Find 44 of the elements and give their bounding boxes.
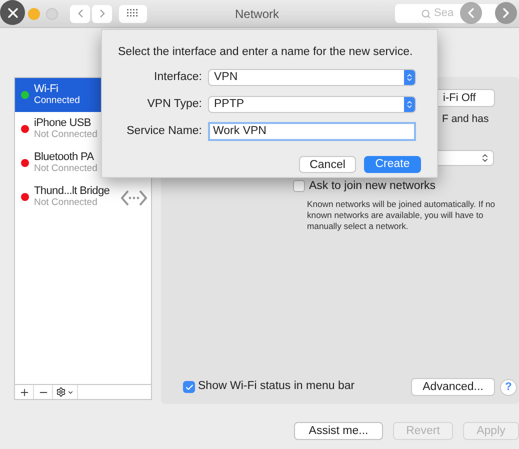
field-label: Service Name:	[126, 124, 203, 139]
ask-checkbox[interactable]	[293, 180, 305, 192]
footer-button[interactable]: Assist me...	[294, 422, 383, 440]
popup-menu[interactable]: PPTP	[208, 96, 416, 113]
minimize-button[interactable]	[28, 8, 40, 20]
plus-icon	[18, 386, 30, 398]
back-button[interactable]	[70, 4, 90, 22]
bridge-icon	[121, 190, 147, 206]
popup-value: VPN	[214, 70, 238, 86]
dialog-button[interactable]: Cancel	[299, 156, 356, 173]
gear-icon	[56, 387, 66, 397]
service-status: Not Connected	[34, 129, 98, 141]
popup-value: PPTP	[214, 96, 244, 112]
service-status: Not Connected	[34, 163, 98, 175]
show-status-label: Show Wi-Fi status in menu bar	[198, 379, 355, 394]
service-name: Thund...lt Bridge	[34, 185, 110, 197]
wifi-note: F and has	[442, 112, 490, 127]
service-name: iPhone USB	[34, 117, 92, 129]
caret-icon	[67, 388, 74, 396]
service-status: Connected	[34, 95, 80, 107]
dialog-button[interactable]: Create	[364, 156, 421, 173]
service-name: Wi-Fi	[34, 83, 60, 95]
service-status: Not Connected	[34, 197, 98, 209]
field-label: Interface:	[153, 70, 203, 86]
window-title: Network	[235, 6, 280, 22]
stepper-icon	[480, 152, 490, 163]
service-name: Bluetooth PA	[34, 151, 95, 163]
service-name-field[interactable]: Work VPN	[208, 122, 416, 141]
ask-description: Known networks will be joined automatically. If no known networks are available, you will have to manually select a network.	[307, 199, 496, 232]
advanced-button[interactable]: Advanced...	[411, 378, 495, 396]
forward-button[interactable]	[92, 4, 112, 22]
service-item[interactable]: Thund...lt Bridge Not Connected	[15, 180, 151, 214]
dialog-prompt: Select the interface and enter a name for the new service.	[118, 45, 414, 60]
check-icon	[184, 382, 194, 392]
show-status-checkbox[interactable]	[183, 381, 195, 393]
search-icon	[421, 8, 431, 18]
popup-menu[interactable]: VPN	[208, 69, 416, 86]
stepper-icon	[404, 70, 415, 86]
ask-label: Ask to join new networks	[309, 178, 436, 194]
search-input[interactable]: Sea	[434, 5, 456, 22]
service-item[interactable]: Bluetooth PA Not Connected	[15, 146, 151, 180]
show-all-button[interactable]	[119, 4, 147, 22]
grid-icon	[127, 9, 139, 18]
stepper-icon	[404, 96, 415, 112]
